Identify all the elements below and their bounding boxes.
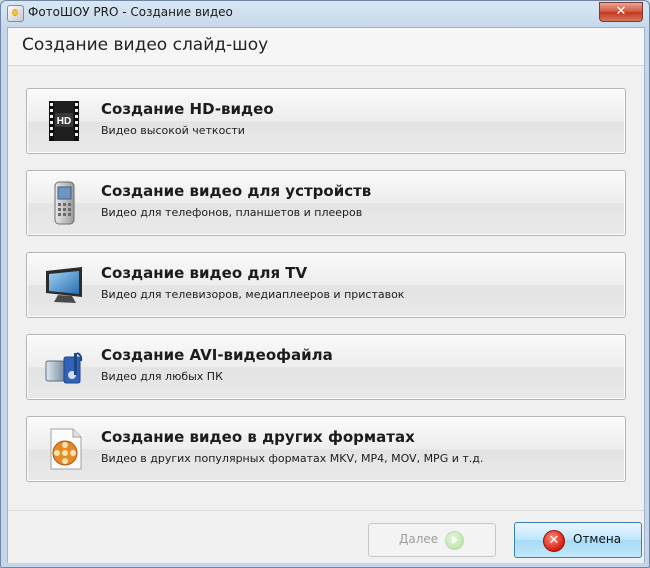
avi-film-music-icon	[45, 352, 83, 384]
cancel-button[interactable]: ✕ Отмена	[514, 522, 642, 558]
mobile-phone-icon	[54, 181, 75, 225]
option-title: Создание видео для TV	[101, 264, 308, 282]
film-reel-icon	[50, 428, 82, 470]
option-subtitle: Видео в других популярных форматах MKV, …	[101, 452, 484, 465]
options-list: HD Создание HD-видео Видео высокой четко…	[8, 66, 644, 510]
option-hd-video[interactable]: HD Создание HD-видео Видео высокой четко…	[26, 88, 626, 154]
option-subtitle: Видео для телевизоров, медиаплееров и пр…	[101, 288, 405, 301]
dialog-footer: Далее ✕ Отмена	[8, 510, 644, 563]
window-title: ФотоШОУ PRO - Создание видео	[28, 5, 233, 19]
option-title: Создание HD-видео	[101, 100, 274, 118]
page-title: Создание видео слайд-шоу	[22, 35, 269, 55]
option-subtitle: Видео для телефонов, планшетов и плееров	[101, 206, 363, 219]
option-subtitle: Видео для любых ПК	[101, 370, 223, 383]
next-button-label: Далее	[399, 532, 439, 546]
option-avi-video[interactable]: Создание AVI-видеофайла Видео для любых …	[26, 334, 626, 400]
cancel-button-label: Отмена	[573, 532, 622, 546]
app-window: ФотоШОУ PRO - Создание видео ✕ Создание …	[0, 0, 650, 568]
option-tv-video[interactable]: Создание видео для TV Видео для телевизо…	[26, 252, 626, 318]
option-subtitle: Видео высокой четкости	[101, 124, 245, 137]
hd-badge-text: HD	[57, 116, 71, 127]
cancel-x-icon: ✕	[543, 530, 565, 552]
option-title: Создание видео для устройств	[101, 182, 372, 200]
close-window-button[interactable]: ✕	[599, 2, 643, 22]
dialog-header: Создание видео слайд-шоу	[8, 28, 644, 66]
tv-icon	[46, 267, 82, 303]
option-title: Создание видео в других форматах	[101, 428, 415, 446]
arrow-right-icon	[445, 531, 464, 550]
next-button[interactable]: Далее	[368, 523, 496, 557]
app-logo-icon	[7, 5, 24, 22]
hd-film-icon: HD	[49, 101, 79, 141]
option-other-formats[interactable]: Создание видео в других форматах Видео в…	[26, 416, 626, 482]
title-bar[interactable]: ФотоШОУ PRO - Создание видео ✕	[1, 1, 649, 25]
option-devices-video[interactable]: Создание видео для устройств Видео для т…	[26, 170, 626, 236]
option-title: Создание AVI-видеофайла	[101, 346, 333, 364]
dialog-content: Создание видео слайд-шоу HD Создание HD-…	[7, 27, 645, 563]
